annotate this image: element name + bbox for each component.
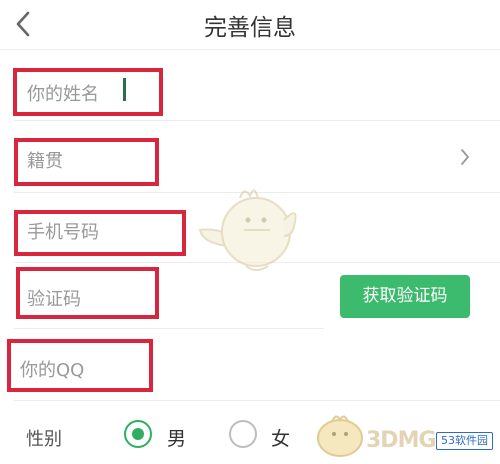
watermark-text: 3DMG (366, 428, 437, 453)
app-header: 完善信息 (0, 0, 500, 50)
highlight-box-name (13, 68, 163, 116)
divider (14, 120, 500, 121)
gender-male-radio[interactable] (124, 420, 152, 448)
gender-label: 性别 (26, 429, 62, 450)
get-code-button[interactable]: 获取验证码 (340, 275, 470, 318)
watermark-logo-icon (317, 415, 363, 457)
watermark-mascot-icon (198, 189, 297, 271)
divider (14, 400, 500, 401)
watermark-badge: 53软件园 (436, 432, 493, 450)
highlight-box-code (16, 267, 159, 319)
highlight-box-qq (7, 339, 153, 392)
page-title: 完善信息 (204, 15, 296, 41)
highlight-box-native-place (14, 138, 159, 186)
highlight-box-phone (14, 210, 186, 256)
divider (14, 328, 324, 329)
chevron-right-icon[interactable] (459, 147, 471, 167)
radio-selected-dot (132, 428, 144, 440)
gender-female-radio[interactable] (229, 420, 257, 448)
gender-male-label[interactable]: 男 (167, 424, 186, 451)
gender-female-label[interactable]: 女 (271, 424, 290, 451)
